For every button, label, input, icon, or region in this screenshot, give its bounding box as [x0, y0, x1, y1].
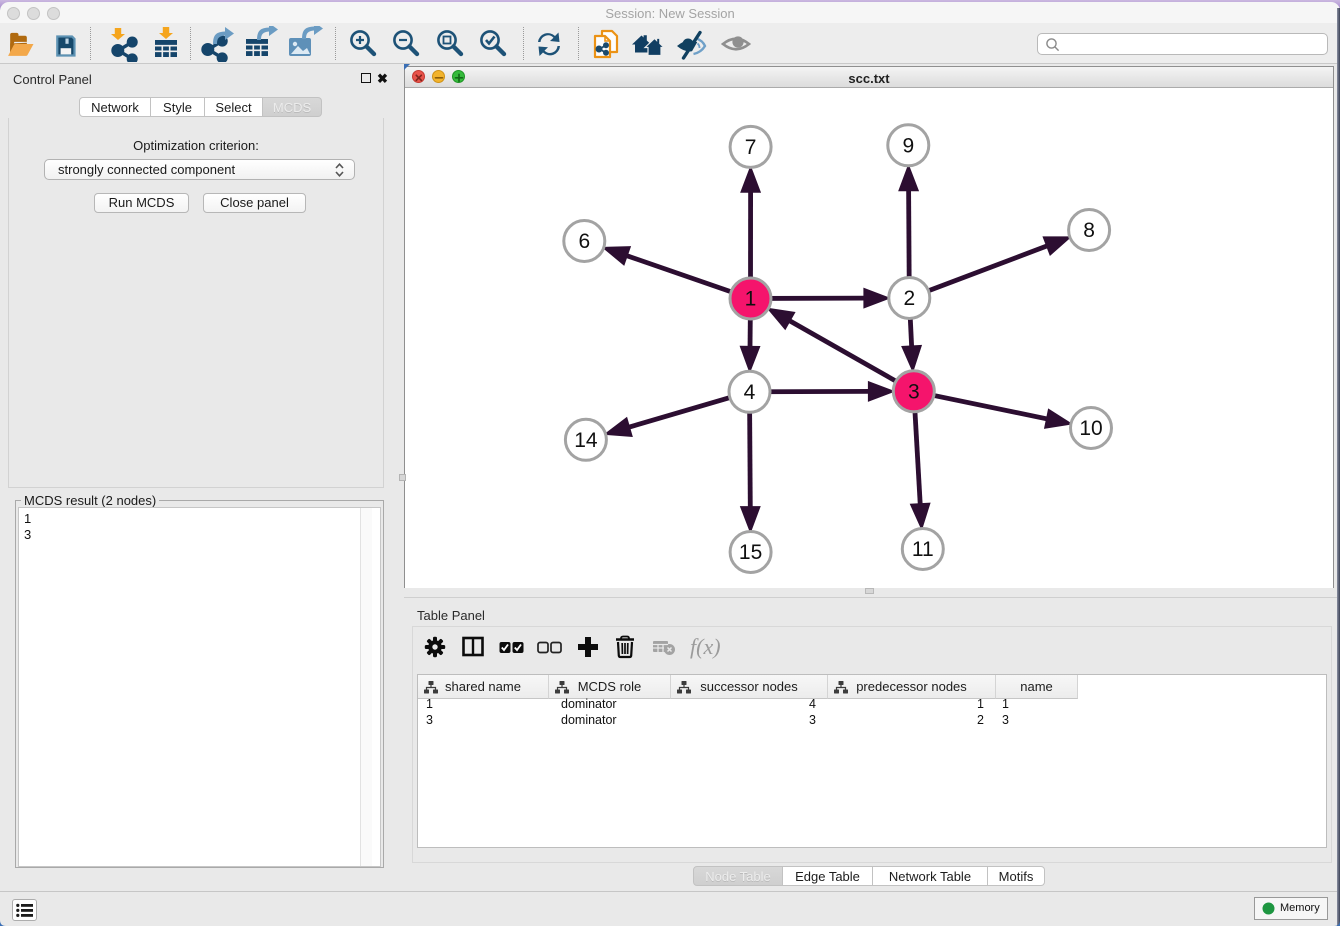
svg-text:6: 6	[578, 230, 590, 253]
svg-text:9: 9	[902, 134, 914, 157]
svg-text:10: 10	[1079, 417, 1102, 440]
svg-text:14: 14	[574, 429, 598, 452]
svg-text:7: 7	[745, 136, 757, 159]
svg-text:4: 4	[744, 381, 756, 404]
svg-text:3: 3	[908, 380, 920, 403]
svg-text:2: 2	[903, 287, 915, 310]
svg-text:15: 15	[739, 541, 762, 564]
svg-text:1: 1	[745, 288, 757, 311]
svg-text:8: 8	[1083, 219, 1095, 242]
svg-text:11: 11	[912, 538, 934, 561]
